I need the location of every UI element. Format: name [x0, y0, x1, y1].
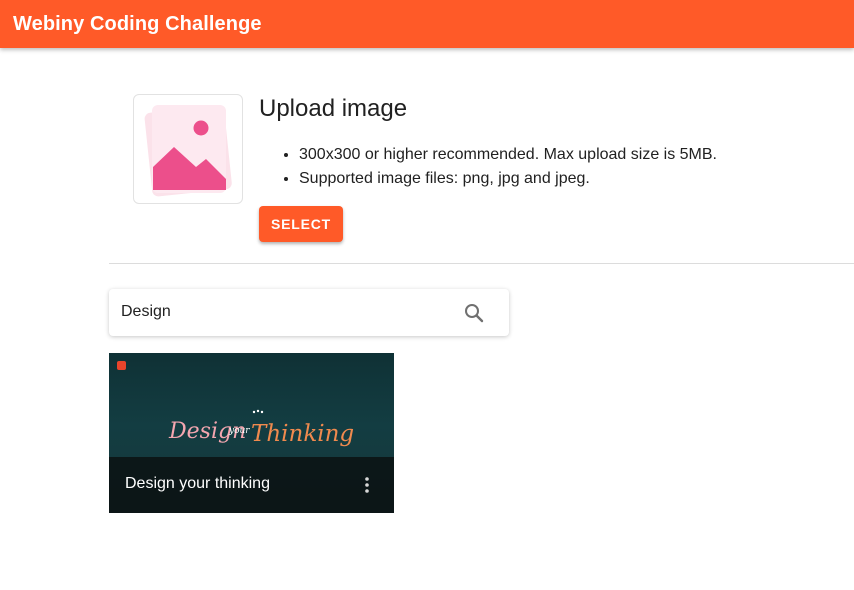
upload-title: Upload image: [259, 95, 408, 122]
image-preview: [133, 94, 243, 204]
image-placeholder-icon: [144, 105, 232, 197]
requirement-item: 300x300 or higher recommended. Max uploa…: [299, 143, 717, 167]
card-title: Design your thinking: [125, 475, 270, 492]
search-input[interactable]: [121, 300, 451, 324]
more-vert-icon[interactable]: [360, 473, 374, 497]
search-bar: [109, 289, 509, 336]
search-icon[interactable]: [462, 301, 486, 325]
requirement-item: Supported image files: png, jpg and jpeg…: [299, 167, 717, 191]
select-button[interactable]: SELECT: [259, 206, 343, 242]
upload-requirements-list: 300x300 or higher recommended. Max uploa…: [281, 143, 717, 191]
result-card[interactable]: Design your Thinking Design your thinkin…: [109, 353, 394, 513]
section-divider: [109, 263, 854, 264]
art-text-thinking: Thinking: [251, 421, 354, 447]
art-text-your: your: [228, 426, 250, 436]
app-bar: Webiny Coding Challenge: [0, 0, 854, 48]
app-title: Webiny Coding Challenge: [13, 12, 262, 35]
